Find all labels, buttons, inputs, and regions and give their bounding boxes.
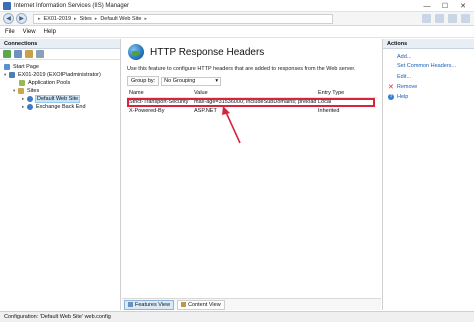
tree-item-exchange-back-end[interactable]: ▸ Exchange Back End bbox=[22, 103, 87, 111]
tree-item-label: Sites bbox=[27, 88, 40, 94]
breadcrumb-default-web-site[interactable]: Default Web Site bbox=[100, 16, 141, 22]
breadcrumb-separator: ▸ bbox=[94, 15, 98, 22]
breadcrumb-separator: ▸ bbox=[144, 15, 147, 22]
address-bar: ◀ ▶ ▸ EX01-2019 ▸ Sites ▸ Default Web Si… bbox=[0, 12, 474, 26]
address-tools bbox=[422, 14, 470, 23]
minimize-button[interactable]: — bbox=[418, 0, 436, 12]
remove-x-icon: ✕ bbox=[388, 84, 394, 91]
action-label: Remove bbox=[396, 84, 418, 90]
tree-item-label: Application Pools bbox=[28, 80, 71, 86]
breadcrumb-sites[interactable]: Sites bbox=[80, 16, 92, 22]
tree-item-label: Default Web Site bbox=[35, 95, 81, 103]
connect-icon[interactable] bbox=[3, 50, 11, 58]
connections-toolbar bbox=[0, 49, 120, 60]
sites-folder-icon bbox=[18, 88, 24, 94]
tab-content-view[interactable]: Content View bbox=[177, 299, 225, 310]
application-pools-icon bbox=[19, 80, 25, 86]
action-edit[interactable]: Edit... bbox=[397, 74, 411, 80]
menu-bar: File View Help bbox=[0, 27, 474, 38]
refresh-icon[interactable] bbox=[422, 14, 431, 23]
tree-item-label: EX01-2019 (EXOIP\administrator) bbox=[18, 72, 101, 78]
main-content: HTTP Response Headers Use this feature t… bbox=[122, 39, 381, 310]
action-label: Help bbox=[397, 94, 409, 100]
help-icon[interactable] bbox=[461, 14, 470, 23]
actions-pane: Actions Add... Set Common Headers... Edi… bbox=[382, 39, 474, 310]
status-bar: Configuration: 'Default Web Site' web.co… bbox=[0, 311, 474, 322]
actions-header: Actions bbox=[383, 39, 474, 49]
globe-icon bbox=[27, 104, 33, 110]
breadcrumb-separator: ▸ bbox=[38, 15, 41, 22]
tree-item-application-pools[interactable]: Application Pools bbox=[19, 79, 71, 87]
action-add[interactable]: Add... bbox=[397, 54, 411, 60]
action-remove[interactable]: ✕ Remove bbox=[388, 83, 417, 91]
menu-help[interactable]: Help bbox=[44, 29, 56, 35]
tab-label: Features View bbox=[135, 301, 171, 308]
disconnect-icon[interactable] bbox=[36, 50, 44, 58]
tree-item-start-page[interactable]: Start Page bbox=[4, 63, 40, 71]
stop-icon[interactable] bbox=[435, 14, 444, 23]
content-view-icon bbox=[181, 302, 187, 307]
start-page-icon bbox=[4, 64, 10, 70]
menu-file[interactable]: File bbox=[5, 29, 15, 35]
back-arrow-icon[interactable]: ◀ bbox=[3, 13, 14, 24]
home-icon[interactable] bbox=[448, 14, 457, 23]
tree-item-label: Start Page bbox=[13, 64, 39, 70]
save-icon[interactable] bbox=[14, 50, 22, 58]
breadcrumb-server[interactable]: EX01-2019 bbox=[44, 16, 72, 22]
title-bar: Internet Information Services (IIS) Mana… bbox=[0, 0, 474, 12]
features-view-icon bbox=[128, 302, 133, 307]
server-icon bbox=[9, 72, 15, 78]
forward-arrow-icon[interactable]: ▶ bbox=[16, 13, 27, 24]
view-tabs: Features View Content View bbox=[122, 298, 381, 310]
globe-icon bbox=[27, 96, 33, 102]
tab-label: Content View bbox=[188, 301, 221, 308]
iis-app-icon bbox=[3, 1, 11, 10]
window-controls: — ☐ ✕ bbox=[418, 0, 472, 12]
breadcrumb-separator: ▸ bbox=[74, 15, 77, 22]
action-set-common-headers[interactable]: Set Common Headers... bbox=[397, 63, 456, 69]
tree-item-server[interactable]: ▾ EX01-2019 (EXOIP\administrator) bbox=[4, 71, 102, 79]
help-icon: ? bbox=[388, 94, 394, 100]
breadcrumb[interactable]: ▸ EX01-2019 ▸ Sites ▸ Default Web Site ▸ bbox=[33, 13, 333, 24]
connections-header: Connections bbox=[0, 39, 120, 49]
tab-features-view[interactable]: Features View bbox=[124, 299, 175, 310]
window-title: Internet Information Services (IIS) Mana… bbox=[14, 2, 130, 9]
annotation-arrow bbox=[222, 106, 241, 144]
maximize-button[interactable]: ☐ bbox=[436, 0, 454, 12]
close-button[interactable]: ✕ bbox=[454, 0, 472, 12]
action-help[interactable]: ? Help bbox=[388, 94, 408, 100]
menu-view[interactable]: View bbox=[23, 29, 36, 35]
tree-item-sites[interactable]: ▾ Sites bbox=[13, 87, 40, 95]
folder-icon[interactable] bbox=[25, 50, 33, 58]
connections-pane: Connections Start Page ▾ EX01-2019 (EXOI… bbox=[0, 39, 121, 310]
tree-item-default-web-site[interactable]: ▸ Default Web Site bbox=[22, 95, 81, 103]
tree-item-label: Exchange Back End bbox=[36, 104, 86, 110]
